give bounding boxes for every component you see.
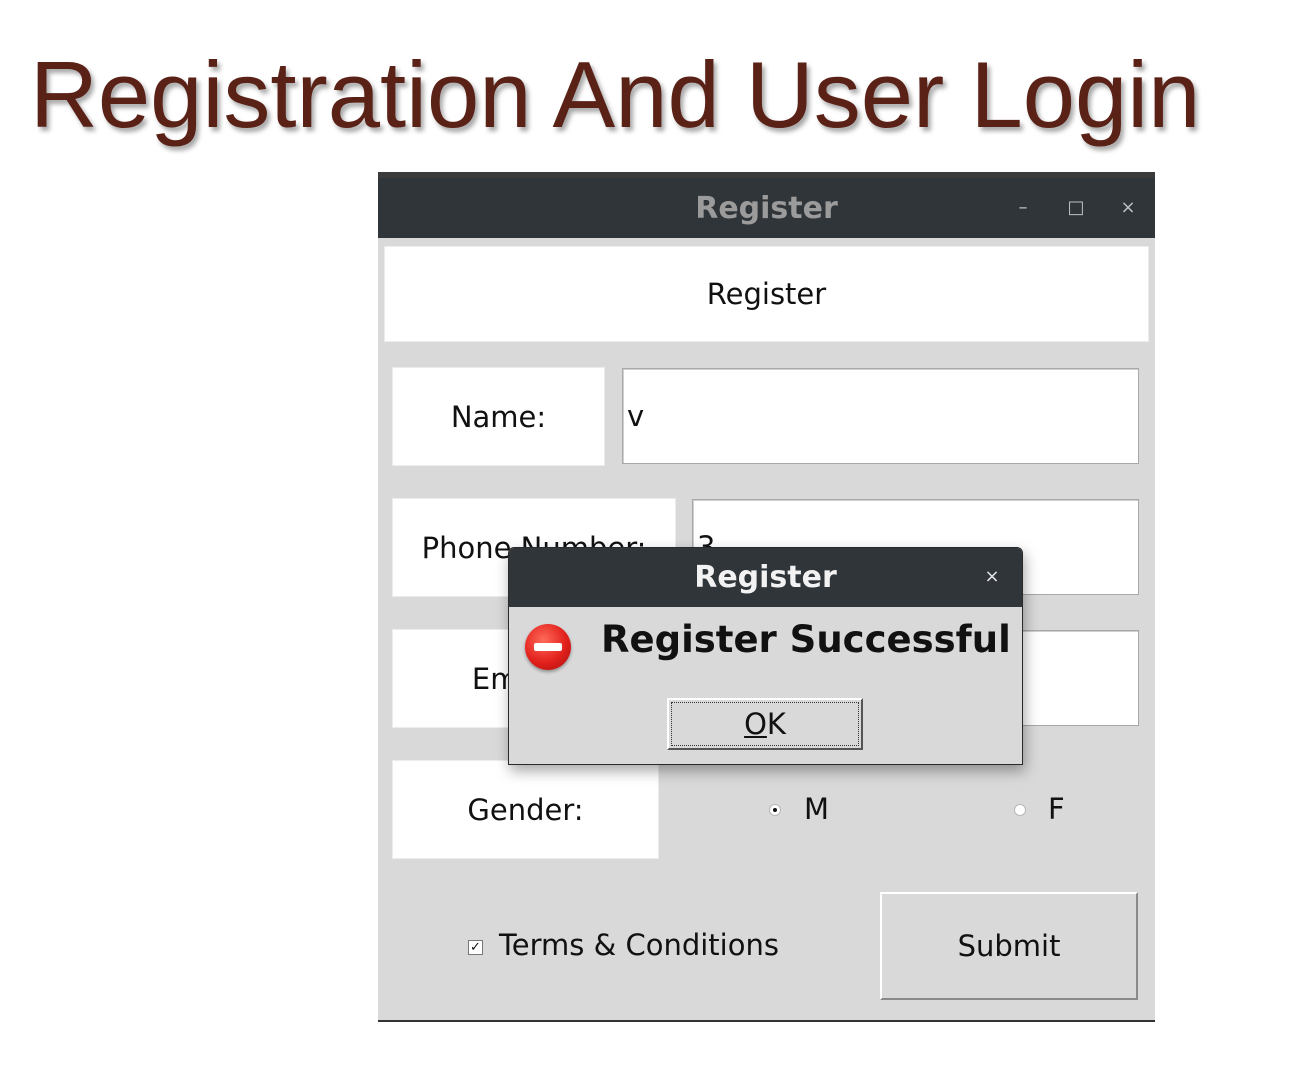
window-title: Register: [695, 191, 838, 226]
error-icon: [525, 624, 571, 670]
dialog-close-icon[interactable]: ×: [982, 566, 1002, 588]
maximize-icon[interactable]: □: [1064, 196, 1088, 220]
submit-button[interactable]: Submit: [880, 892, 1138, 1000]
gender-label: Gender:: [392, 760, 659, 859]
gender-radio-f-label[interactable]: F: [1048, 792, 1065, 826]
terms-checkbox[interactable]: ✓: [468, 940, 483, 955]
ok-button[interactable]: OK: [667, 698, 863, 750]
form-header: Register: [384, 246, 1149, 342]
message-dialog: Register × Register Successful OK: [508, 547, 1023, 765]
terms-label[interactable]: Terms & Conditions: [499, 928, 779, 962]
gender-radio-f[interactable]: [1014, 804, 1026, 816]
dialog-titlebar[interactable]: Register ×: [509, 548, 1022, 607]
focus-ring: [671, 702, 859, 746]
slide-title: Registration And User Login: [30, 42, 1201, 147]
gender-radio-m[interactable]: [769, 804, 781, 816]
window-titlebar[interactable]: Register – □ ×: [378, 178, 1155, 238]
minimize-icon[interactable]: –: [1011, 196, 1035, 220]
close-icon[interactable]: ×: [1116, 196, 1140, 220]
dialog-title: Register: [694, 560, 837, 595]
dialog-message: Register Successful: [601, 618, 1011, 661]
name-label: Name:: [392, 367, 605, 466]
name-input[interactable]: v: [622, 368, 1139, 464]
gender-radio-m-label[interactable]: M: [804, 792, 829, 826]
